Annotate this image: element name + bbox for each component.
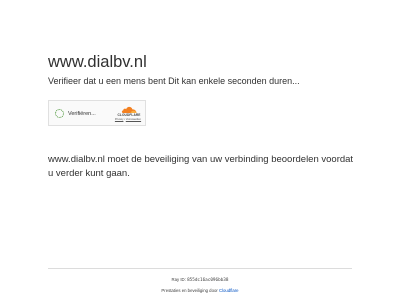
performance-prefix: Prestaties en beveiliging door — [161, 288, 219, 293]
ray-id-value: 855dc16ac096bb38 — [187, 278, 229, 283]
cloudflare-cloud-icon — [121, 106, 137, 113]
cloudflare-logo: CLOUDFLARE — [115, 105, 143, 117]
performance-line: Prestaties en beveiliging door Cloudflar… — [0, 288, 400, 294]
ray-id-label: Ray ID: — [171, 277, 188, 282]
turnstile-widget[interactable]: Verifiëren... CLOUDFLARE Privacy • Voorw… — [48, 100, 146, 126]
security-message: www.dialbv.nl moet de beveiliging van uw… — [48, 154, 354, 179]
footer-divider — [48, 268, 352, 269]
cloudflare-wordmark: CLOUDFLARE — [117, 113, 141, 117]
page-title: www.dialbv.nl — [48, 53, 147, 71]
spinner-icon — [55, 109, 64, 118]
widget-links: Privacy • Voorwaarden — [111, 118, 145, 121]
verify-message: Verifieer dat u een mens bent Dit kan en… — [48, 76, 300, 86]
cloudflare-link[interactable]: Cloudflare — [219, 288, 239, 293]
ray-id-line: Ray ID: 855dc16ac096bb38 — [0, 277, 400, 284]
verifying-label: Verifiëren... — [68, 111, 96, 117]
terms-link[interactable]: Voorwaarden — [126, 118, 141, 121]
